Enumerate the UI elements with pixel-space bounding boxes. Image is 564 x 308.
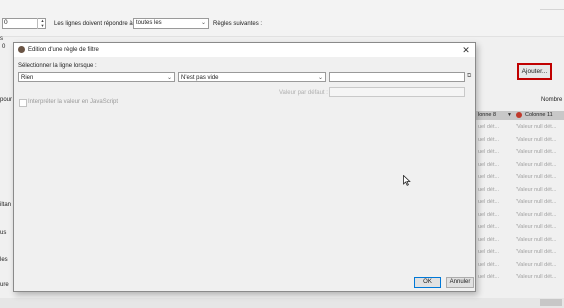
chevron-down-icon: ⌄	[166, 74, 172, 81]
table-cell: uel dét...	[478, 274, 500, 280]
chevron-down-icon: ⌄	[201, 20, 207, 26]
table-cell: 'Valeur null dét...	[516, 274, 557, 280]
table-cell: 'Valeur null dét...	[516, 124, 557, 130]
column-header-11[interactable]: Colonne 11	[525, 112, 553, 118]
toolbar-area	[0, 0, 564, 37]
table-cell: 'Valeur null dét...	[516, 236, 557, 243]
divider	[540, 9, 564, 10]
value-input[interactable]	[329, 72, 465, 82]
dialog-title: Edition d'une règle de filtre	[28, 47, 99, 53]
default-value-input[interactable]	[329, 87, 465, 97]
table-cell: 'Valeur null dét...	[516, 161, 557, 168]
js-checkbox[interactable]	[19, 99, 27, 107]
column-header-8[interactable]: lonne 8	[478, 112, 496, 118]
table-cell: uel dét...	[478, 261, 500, 268]
ok-button[interactable]: OK	[414, 277, 441, 288]
field-select[interactable]: Rien ⌄	[18, 72, 175, 82]
scrollbar-thumb[interactable]	[540, 299, 562, 306]
add-button[interactable]: Ajouter...	[517, 63, 552, 80]
table-cell: 'Valeur null dét...	[516, 211, 557, 218]
table-cell: uel dét...	[478, 249, 500, 255]
table-cell: 'Valeur null dét...	[516, 174, 557, 180]
stepper-value: 0	[4, 19, 8, 26]
table-cell: 'Valeur null dét...	[516, 186, 557, 193]
table-cell: uel dét...	[478, 186, 500, 193]
table-cell: 'Valeur null dét...	[516, 261, 557, 268]
close-icon[interactable]: ✕	[460, 44, 472, 56]
side-text: les	[0, 257, 8, 263]
table-cell: uel dét...	[478, 174, 500, 180]
table-cell: uel dét...	[478, 199, 500, 205]
chevron-down-icon: ⌄	[317, 74, 323, 81]
count-label: Nombre	[541, 97, 563, 103]
table-cell: uel dét...	[478, 211, 500, 218]
filter-rule-dialog: Edition d'une règle de filtre ✕ Sélectio…	[13, 42, 476, 292]
operator-select[interactable]: N'est pas vide ⌄	[178, 72, 326, 82]
number-zero: 0	[2, 44, 6, 50]
horizontal-scrollbar[interactable]	[0, 298, 564, 308]
table-cell: uel dét...	[478, 136, 500, 143]
table-cell: uel dét...	[478, 149, 500, 155]
table-cell: 'Valeur null dét...	[516, 149, 557, 155]
table-cell: 'Valeur null dét...	[516, 136, 557, 143]
edge-text: s	[0, 36, 3, 42]
table-cell: 'Valeur null dét...	[516, 224, 557, 230]
mouse-cursor-icon	[403, 175, 411, 186]
add-button-label: Ajouter...	[521, 68, 548, 75]
sort-icon[interactable]: ▼	[507, 112, 512, 118]
rows-match-label: Les lignes doivent répondre à	[54, 21, 133, 27]
dialog-titlebar[interactable]: Edition d'une règle de filtre ✕	[14, 43, 475, 57]
side-text: ure	[0, 282, 9, 288]
table-cell: 'Valeur null dét...	[516, 249, 557, 255]
js-checkbox-label: Interpréter la valeur en JavaScript	[28, 99, 119, 105]
cancel-button[interactable]: Annuler	[446, 277, 474, 288]
rows-match-value: toutes les	[136, 20, 162, 26]
table-cell: uel dét...	[478, 236, 500, 243]
table-cell: uel dét...	[478, 161, 500, 168]
table-cell: uel dét...	[478, 124, 500, 130]
column-status-icon	[516, 112, 522, 118]
default-value-label: Valeur par défaut :	[279, 90, 328, 96]
rules-label: Règles suivantes :	[213, 21, 263, 27]
table-cell: uel dét...	[478, 224, 500, 230]
expand-icon[interactable]: ⧉	[467, 73, 471, 80]
operator-select-value: N'est pas vide	[181, 74, 219, 81]
side-text: iltan	[0, 202, 12, 208]
app-icon	[18, 46, 25, 53]
select-line-label: Sélectionner la ligne lorsque :	[18, 63, 97, 69]
stepper-arrows-icon[interactable]: ▲ ▼	[37, 18, 47, 29]
side-text: us	[0, 230, 7, 236]
table-cell: 'Valeur null dét...	[516, 199, 557, 205]
field-select-value: Rien	[21, 74, 34, 81]
